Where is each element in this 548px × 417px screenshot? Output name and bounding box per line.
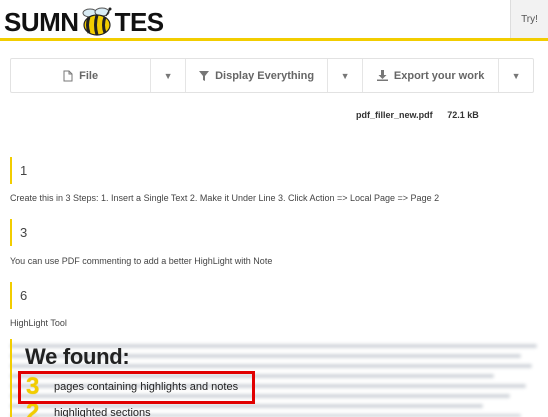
page-description-1: Create this in 3 Steps: 1. Insert a Sing… <box>10 193 440 203</box>
filter-icon <box>199 70 210 81</box>
file-icon <box>63 70 73 82</box>
file-dropdown-toggle[interactable]: ▼ <box>151 59 185 92</box>
app-header: SUMN TES Try! <box>0 0 548 41</box>
export-dropdown-toggle[interactable]: ▼ <box>499 59 533 92</box>
toolbar: File ▼ Display Everything ▼ Export your … <box>10 58 534 93</box>
display-button-label: Display Everything <box>215 69 315 82</box>
file-info: pdf_filler_new.pdf 72.1 kB <box>356 110 479 120</box>
caret-down-icon: ▼ <box>340 70 350 81</box>
try-button[interactable]: Try! <box>510 0 548 38</box>
caret-down-icon: ▼ <box>511 70 521 81</box>
caret-down-icon: ▼ <box>163 70 173 81</box>
export-button-label: Export your work <box>393 69 485 82</box>
file-size: 72.1 kB <box>447 110 479 120</box>
highlight-annotation-box <box>18 371 255 404</box>
page-number-1: 1 <box>10 157 27 184</box>
sumnotes-logo[interactable]: SUMN TES <box>4 6 164 38</box>
page-number-6: 6 <box>10 282 27 309</box>
bee-icon <box>80 7 114 37</box>
found-section-accent <box>10 339 12 417</box>
page-description-3: You can use PDF commenting to add a bett… <box>10 256 273 266</box>
file-button[interactable]: File <box>11 59 150 92</box>
file-name: pdf_filler_new.pdf <box>356 110 433 120</box>
export-button[interactable]: Export your work <box>363 59 498 92</box>
download-icon <box>376 70 388 81</box>
display-dropdown-toggle[interactable]: ▼ <box>328 59 362 92</box>
page-description-6: HighLight Tool <box>10 318 67 328</box>
logo-text-right: TES <box>114 7 165 37</box>
found-title: We found: <box>25 344 130 369</box>
file-button-label: File <box>79 69 99 82</box>
logo-text-left: SUMN <box>4 7 79 37</box>
found-label: highlighted sections <box>54 407 151 417</box>
display-everything-button[interactable]: Display Everything <box>186 59 327 92</box>
page-number-3: 3 <box>10 219 27 246</box>
